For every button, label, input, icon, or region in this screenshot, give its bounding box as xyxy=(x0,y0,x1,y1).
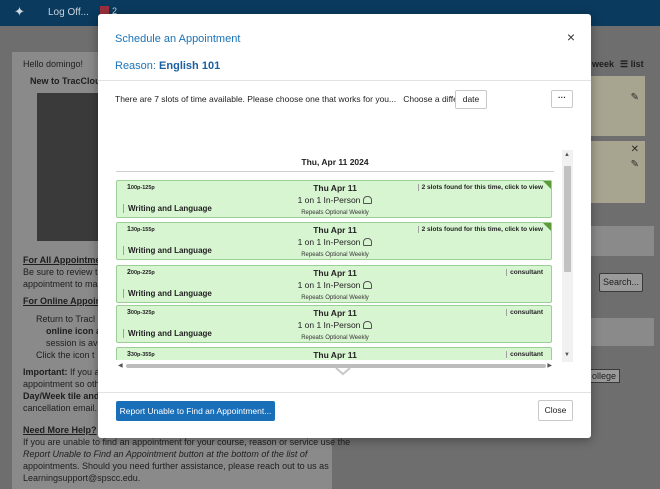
side-panel-box-2 xyxy=(591,318,654,346)
slot-item[interactable]: 200p-225p Thu Apr 11 1 on 1 In-Person co… xyxy=(116,265,552,303)
reason-label: Reason: xyxy=(115,60,156,72)
in-person-icon xyxy=(363,196,373,204)
slots-available-text: There are 7 slots of time available. Ple… xyxy=(115,94,397,104)
schedule-appointment-modal: Schedule an Appointment × Reason: Englis… xyxy=(98,14,591,438)
college-filter-chip[interactable]: ollege xyxy=(588,369,621,383)
list-view-label: list xyxy=(630,59,644,69)
consultant-label: consultant xyxy=(506,309,543,316)
scroll-right-icon[interactable]: ▶ xyxy=(547,362,552,369)
edit-icon[interactable]: ✎ xyxy=(631,159,639,170)
availability-info: There are 7 slots of time available. Ple… xyxy=(115,94,473,104)
multi-slot-corner-icon xyxy=(543,181,551,189)
list-icon: ☰ xyxy=(620,59,631,69)
slot-date: Thu Apr 11 xyxy=(313,308,357,318)
list-view-link[interactable]: ☰ list xyxy=(620,58,644,70)
help-text-3: appointments. Should you need further as… xyxy=(23,461,329,471)
important-4: cancellation email. xyxy=(23,403,98,413)
reason-value: English 101 xyxy=(159,60,221,72)
slot-repeat: Repeats Optional Weekly xyxy=(301,335,369,341)
slots-found-link[interactable]: 2 slots found for this time, click to vi… xyxy=(417,226,543,233)
bullet-1a: Return to Tracl xyxy=(36,314,96,324)
greeting-text: Hello domingo! xyxy=(23,59,84,69)
important-label: Important: xyxy=(23,367,68,377)
consultant-label: consultant xyxy=(506,269,543,276)
side-panel-box xyxy=(591,226,654,256)
for-all-text-1: Be sure to review the xyxy=(23,267,108,277)
more-options-button[interactable]: ··· xyxy=(551,90,573,108)
help-text-4: Learningsupport@spscc.edu. xyxy=(23,473,141,483)
tutorial-thumbnail[interactable] xyxy=(37,93,100,241)
in-person-icon xyxy=(363,238,373,246)
search-button[interactable]: Search... xyxy=(599,273,643,292)
important-2: appointment so othe xyxy=(23,379,105,389)
help-text-2: Report Unable to Find an Appointment but… xyxy=(23,449,308,459)
slot-repeat: Repeats Optional Weekly xyxy=(301,295,369,301)
scroll-left-icon[interactable]: ◀ xyxy=(118,362,123,369)
slot-item[interactable]: 330p-355p Thu Apr 11 consultant xyxy=(116,347,552,360)
chevron-down-icon[interactable] xyxy=(334,365,352,377)
week-view-link[interactable]: week xyxy=(592,58,614,70)
close-icon[interactable]: × xyxy=(567,30,575,44)
in-person-icon xyxy=(363,281,373,289)
slot-item[interactable]: 100p-125p Thu Apr 11 1 on 1 In-Person 2 … xyxy=(116,180,552,218)
scroll-up-icon[interactable]: ▲ xyxy=(564,152,570,158)
slot-repeat: Repeats Optional Weekly xyxy=(301,210,369,216)
slot-repeat: Repeats Optional Weekly xyxy=(301,252,369,258)
multi-slot-corner-icon xyxy=(543,223,551,231)
report-unable-button[interactable]: Report Unable to Find an Appointment... xyxy=(116,401,275,421)
slot-date: Thu Apr 11 xyxy=(313,350,357,360)
divider xyxy=(98,80,591,81)
consultant-label: consultant xyxy=(506,351,543,358)
important-3: Day/Week tile and xyxy=(23,391,100,401)
bullet-2: Click the icon t xyxy=(36,350,95,360)
reason-line: Reason: English 101 xyxy=(115,60,220,72)
slot-item[interactable]: 300p-325p Thu Apr 11 1 on 1 In-Person co… xyxy=(116,305,552,343)
scroll-down-icon[interactable]: ▼ xyxy=(564,352,570,358)
in-person-icon xyxy=(363,321,373,329)
edit-icon[interactable]: ✎ xyxy=(631,92,639,103)
day-divider xyxy=(116,171,554,172)
modal-title: Schedule an Appointment xyxy=(115,33,241,45)
day-header: Thu, Apr 11 2024 xyxy=(301,157,369,167)
scrollbar-thumb[interactable] xyxy=(564,166,571,272)
close-button[interactable]: Close xyxy=(538,400,573,421)
for-all-text-2: appointment to make xyxy=(23,279,108,289)
choose-date-button[interactable]: date xyxy=(455,90,487,109)
upcoming-card-1[interactable]: ✎ xyxy=(591,76,645,136)
slot-list[interactable]: 100p-125p Thu Apr 11 1 on 1 In-Person 2 … xyxy=(116,180,554,360)
slot-item[interactable]: 130p-155p Thu Apr 11 1 on 1 In-Person 2 … xyxy=(116,222,552,260)
slots-found-link[interactable]: 2 slots found for this time, click to vi… xyxy=(417,184,543,191)
slot-date: Thu Apr 11 xyxy=(313,268,357,278)
need-help-heading: Need More Help? xyxy=(23,425,97,435)
app-logo-icon[interactable]: ✦ xyxy=(14,5,30,19)
important-1: Important: If you are xyxy=(23,366,108,378)
remove-icon[interactable]: ✕ xyxy=(631,144,639,155)
footer-divider xyxy=(98,392,591,393)
logoff-link[interactable]: Log Off... xyxy=(48,7,89,18)
upcoming-card-2[interactable]: ✕ ✎ xyxy=(591,141,645,203)
